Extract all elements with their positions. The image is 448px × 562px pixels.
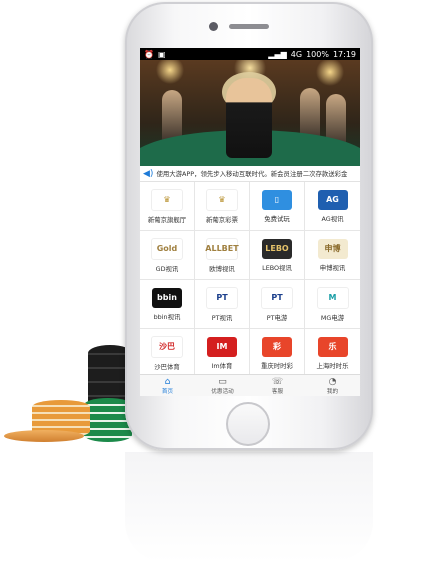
tab-label: 首页 [161, 388, 174, 395]
game-tile[interactable]: ▯ 免费试玩 [250, 182, 305, 231]
game-tile-label: MG电游 [320, 313, 345, 322]
game-tile-label: 重庆时时彩 [261, 361, 293, 370]
game-tile[interactable]: 申博 申博视讯 [305, 231, 360, 280]
game-tile-label: 欧博视讯 [209, 264, 235, 273]
game-tile-label: PT电游 [266, 313, 288, 322]
game-tile[interactable]: 沙巴 沙巴体育 [140, 329, 195, 378]
gift-icon: ▭ [218, 376, 227, 387]
game-tile-label: 申博视讯 [319, 263, 346, 272]
game-tile[interactable]: M MG电游 [305, 280, 360, 329]
game-tile-label: Im体育 [211, 361, 233, 370]
game-tile-label: 沙巴体育 [154, 362, 180, 371]
app-screen: ⏰ ▣ ▂▄▆ 4G 100% 17:19 ◀) 使用大游APP，领先步入移动互… [140, 48, 360, 396]
announcement-text: 使用大游APP，领先步入移动互联时代。新会员注册二次存款送彩金 [156, 170, 348, 178]
alarm-icon: ⏰ [144, 49, 154, 59]
game-logo-icon: ▯ [262, 189, 292, 210]
game-logo-icon: PT [206, 286, 238, 309]
game-tile[interactable]: PT PT电游 [250, 280, 305, 329]
game-tile-label: GD视讯 [155, 264, 179, 273]
game-logo-icon: AG [317, 189, 348, 210]
camera-icon [209, 22, 218, 31]
game-logo-icon: 沙巴 [151, 335, 183, 358]
tab-label: 我的 [326, 388, 339, 395]
tab-gift[interactable]: ▭ 优惠活动 [195, 375, 250, 396]
speaker-icon: ◀) [143, 168, 154, 179]
game-logo-icon: IM [207, 336, 237, 357]
promo-banner[interactable] [140, 60, 360, 166]
signal-icon: ▂▄▆ [268, 49, 287, 59]
tab-home[interactable]: ⌂ 首页 [140, 375, 195, 396]
game-tile[interactable]: LEBO LEBO视讯 [250, 231, 305, 280]
dealer-image [226, 78, 272, 158]
game-tile[interactable]: 乐上海时时乐 [305, 329, 360, 378]
game-tile[interactable]: bbin bbin视讯 [140, 280, 195, 329]
user-icon: ◔ [328, 376, 337, 387]
game-tile-label: LEBO视讯 [262, 263, 292, 272]
game-logo-icon: LEBO [262, 238, 292, 259]
game-logo-icon: bbin [152, 287, 182, 308]
phone-icon: ☏ [271, 376, 284, 387]
game-tile-label: 上海时时乐 [316, 361, 349, 370]
game-tile-label: PT视讯 [211, 313, 233, 322]
game-tile[interactable]: ♛ 新葡京旗舰厅 [140, 182, 195, 231]
image-icon: ▣ [157, 49, 166, 59]
game-tile-label: bbin视讯 [153, 312, 181, 321]
announcement-bar[interactable]: ◀) 使用大游APP，领先步入移动互联时代。新会员注册二次存款送彩金 [140, 166, 360, 182]
game-tile-label: 免费试玩 [264, 214, 290, 223]
home-button[interactable] [226, 402, 270, 446]
game-logo-icon: ♛ [151, 188, 183, 211]
game-logo-icon: ♛ [206, 188, 238, 211]
game-logo-icon: PT [261, 286, 293, 309]
game-logo-icon: 彩 [262, 336, 292, 357]
game-tile[interactable]: PT PT视讯 [195, 280, 250, 329]
game-tile-label: 新葡京彩票 [206, 215, 238, 224]
game-tile-label: 新葡京旗舰厅 [147, 215, 187, 224]
game-tile[interactable]: ALLBET 欧博视讯 [195, 231, 250, 280]
network-type: 4G [290, 49, 303, 59]
game-tile[interactable]: 彩重庆时时彩 [250, 329, 305, 378]
tab-phone[interactable]: ☏ 客服 [250, 375, 305, 396]
game-grid: ♛ 新葡京旗舰厅 ♛ 新葡京彩票 ▯ 免费试玩 AG AG视讯 Gold GD视讯 ALLBET 欧博… [140, 182, 360, 378]
game-tile[interactable]: ♛ 新葡京彩票 [195, 182, 250, 231]
tab-user[interactable]: ◔ 我的 [305, 375, 360, 396]
game-logo-icon: 乐 [317, 336, 348, 357]
game-logo-icon: ALLBET [205, 237, 239, 260]
game-tile[interactable]: Gold GD视讯 [140, 231, 195, 280]
game-tile[interactable]: IM Im体育 [195, 329, 250, 378]
speaker-grille [229, 24, 269, 29]
home-icon: ⌂ [164, 376, 171, 387]
game-logo-icon: Gold [151, 237, 183, 260]
tab-label: 优惠活动 [211, 388, 234, 395]
status-time: 17:19 [332, 49, 356, 59]
battery-level: 100% [306, 49, 329, 59]
game-logo-icon: 申博 [317, 238, 348, 259]
phone-reflection [125, 452, 373, 562]
bottom-tab-bar: ⌂ 首页 ▭ 优惠活动 ☏ 客服 ◔ 我的 [140, 374, 360, 396]
status-bar: ⏰ ▣ ▂▄▆ 4G 100% 17:19 [140, 48, 360, 60]
game-logo-icon: M [316, 286, 349, 309]
tab-label: 客服 [271, 388, 284, 395]
game-tile-label: AG视讯 [321, 214, 344, 223]
game-tile[interactable]: AG AG视讯 [305, 182, 360, 231]
